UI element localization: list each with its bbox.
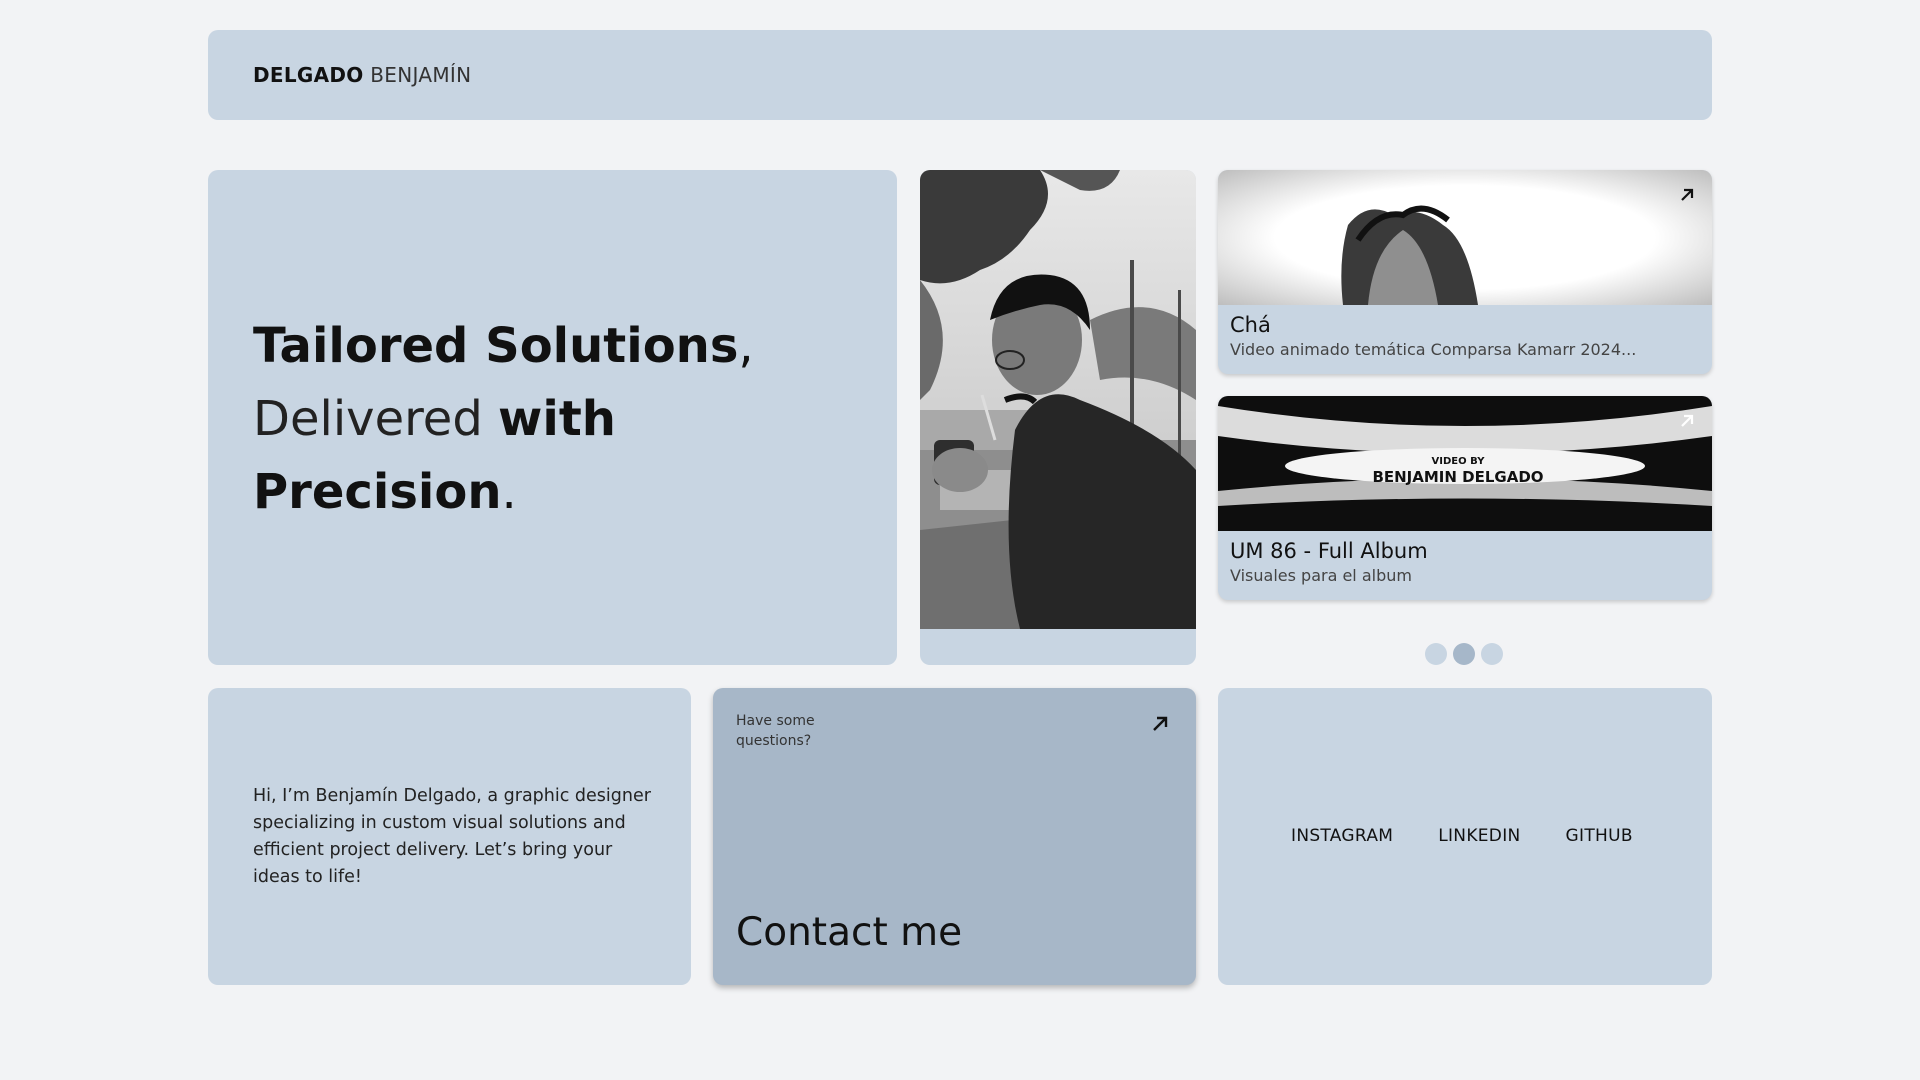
contact-question: Have some questions? — [736, 713, 815, 749]
bio-card: Hi, I’m Benjamín Delgado, a graphic desi… — [208, 688, 691, 985]
headline-comma: , — [738, 318, 754, 374]
project-description: Video animado temática Comparsa Kamarr 2… — [1230, 340, 1637, 359]
portrait-card — [920, 170, 1196, 665]
hero-card: Tailored Solutions, Delivered with Preci… — [208, 170, 897, 665]
headline-line2-bold: with — [498, 391, 616, 447]
logo-last-name: BENJAMÍN — [370, 63, 472, 87]
hero-headline: Tailored Solutions, Delivered with Preci… — [253, 310, 754, 529]
carousel-dot-2[interactable] — [1453, 643, 1475, 665]
linkedin-link[interactable]: LINKEDIN — [1438, 826, 1520, 846]
logo-first-name: DELGADO — [253, 63, 364, 87]
project-thumbnail-cha — [1218, 170, 1712, 305]
site-logo[interactable]: DELGADO BENJAMÍN — [253, 63, 471, 87]
contact-card[interactable]: Have some questions? Contact me — [713, 688, 1196, 985]
arrow-up-right-icon[interactable] — [1676, 184, 1698, 206]
contact-me-title: Contact me — [736, 910, 963, 955]
headline-line1: Tailored Solutions — [253, 318, 739, 374]
bio-text: Hi, I’m Benjamín Delgado, a graphic desi… — [253, 786, 651, 887]
headline-line2-light: Delivered — [253, 391, 483, 447]
site-header: DELGADO BENJAMÍN — [208, 30, 1712, 120]
carousel-dot-3[interactable] — [1481, 643, 1503, 665]
project-title: UM 86 - Full Album — [1230, 539, 1428, 563]
headline-period: . — [501, 464, 517, 520]
project-description: Visuales para el album — [1230, 566, 1412, 585]
github-link[interactable]: GITHUB — [1566, 826, 1633, 846]
social-card: INSTAGRAM LINKEDIN GITHUB — [1218, 688, 1712, 985]
project-card-um86[interactable]: VIDEO BY BENJAMIN DELGADO UM 86 - Full A… — [1218, 396, 1712, 600]
headline-line3: Precision — [253, 464, 502, 520]
carousel-pagination — [1425, 643, 1503, 667]
portrait-photo — [920, 170, 1196, 629]
social-links: INSTAGRAM LINKEDIN GITHUB — [1291, 826, 1633, 846]
project-thumbnail-um86: VIDEO BY BENJAMIN DELGADO — [1218, 396, 1712, 531]
thumb-overlay-line2: BENJAMIN DELGADO — [1372, 468, 1543, 486]
project-title: Chá — [1230, 313, 1271, 337]
project-card-cha[interactable]: Chá Video animado temática Comparsa Kama… — [1218, 170, 1712, 374]
arrow-up-right-icon[interactable] — [1676, 410, 1698, 432]
carousel-dot-1[interactable] — [1425, 643, 1447, 665]
arrow-up-right-icon[interactable] — [1148, 712, 1172, 736]
thumb-overlay-line1: VIDEO BY — [1432, 456, 1486, 467]
instagram-link[interactable]: INSTAGRAM — [1291, 826, 1393, 846]
